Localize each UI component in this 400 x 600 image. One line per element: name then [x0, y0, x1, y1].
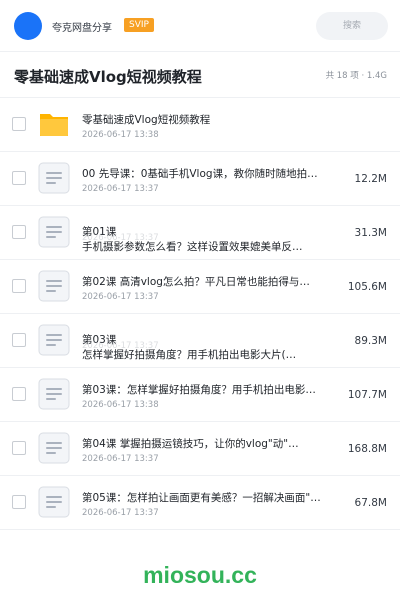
file-size: 31.3M — [354, 227, 387, 239]
select-checkbox[interactable] — [12, 441, 26, 455]
file-name[interactable]: 零基础速成Vlog短视频教程 — [82, 112, 322, 127]
file-size: 105.6M — [347, 281, 387, 293]
select-checkbox[interactable] — [12, 333, 26, 347]
search-input[interactable]: 搜索 — [316, 12, 388, 40]
file-row[interactable]: 第05课：怎样拍让画面更有美感？一招解决画面"不美… 2026-06-17 13:… — [0, 476, 400, 530]
document-icon — [38, 486, 70, 518]
file-size: 107.7M — [347, 389, 387, 401]
file-size: 89.3M — [354, 335, 387, 347]
select-checkbox[interactable] — [12, 117, 26, 131]
file-name[interactable]: 第04课 掌握拍摄运镜技巧，让你的vlog"动"… — [82, 436, 322, 451]
file-name[interactable]: 第02课 高清vlog怎么拍？平凡日常也能拍得与… — [82, 274, 322, 289]
document-icon — [38, 378, 70, 410]
file-row[interactable]: 第01课 手机摄影参数怎么看？这样设置效果媲美单反… 2026-06-17 13:3… — [0, 206, 400, 260]
file-row[interactable]: 第02课 高清vlog怎么拍？平凡日常也能拍得与… 2026-06-17 13:3… — [0, 260, 400, 314]
avatar[interactable] — [14, 12, 42, 40]
select-checkbox[interactable] — [12, 225, 26, 239]
folder-icon — [38, 108, 70, 140]
file-date: 2026-06-17 13:37 — [82, 292, 159, 302]
file-size: 12.2M — [354, 173, 387, 185]
page-title: 零基础速成Vlog短视频教程 — [14, 68, 202, 86]
file-date: 2026-06-17 13:37 — [82, 508, 159, 518]
user-name[interactable]: 夸克网盘分享 — [52, 19, 112, 34]
folder-header: 零基础速成Vlog短视频教程 共 18 项 · 1.4G — [0, 52, 400, 98]
document-icon — [38, 270, 70, 302]
select-checkbox[interactable] — [12, 171, 26, 185]
file-date: 2026-06-17 13:37 — [82, 454, 159, 464]
file-name[interactable]: 第03课：怎样掌握好拍摄角度？用手机拍出电影大片（… — [82, 382, 322, 397]
file-row[interactable]: 第04课 掌握拍摄运镜技巧，让你的vlog"动"… 2026-06-17 13:3… — [0, 422, 400, 476]
document-icon — [38, 432, 70, 464]
top-bar: 夸克网盘分享 SVIP 搜索 — [0, 0, 400, 52]
file-date: 2026-06-17 13:37 — [82, 341, 159, 351]
watermark: miosou.cc — [143, 562, 257, 588]
document-icon — [38, 324, 70, 356]
document-icon — [38, 162, 70, 194]
file-list: 零基础速成Vlog短视频教程 2026-06-17 13:38 00 先导课：0基础… — [0, 98, 400, 530]
select-checkbox[interactable] — [12, 387, 26, 401]
file-size: 168.8M — [347, 443, 387, 455]
select-checkbox[interactable] — [12, 495, 26, 509]
select-checkbox[interactable] — [12, 279, 26, 293]
file-row[interactable]: 00 先导课：0基础手机Vlog课，教你随时随地拍… 2026-06-17 13:… — [0, 152, 400, 206]
file-size: 67.8M — [354, 497, 387, 509]
file-row[interactable]: 第03课：怎样掌握好拍摄角度？用手机拍出电影大片（… 2026-06-17 13:… — [0, 368, 400, 422]
document-icon — [38, 216, 70, 248]
file-row[interactable]: 第03课 怎样掌握好拍摄角度？用手机拍出电影大片(… 2026-06-17 13:3… — [0, 314, 400, 368]
file-name[interactable]: 00 先导课：0基础手机Vlog课，教你随时随地拍… — [82, 166, 322, 181]
file-row[interactable]: 零基础速成Vlog短视频教程 2026-06-17 13:38 — [0, 98, 400, 152]
svip-badge: SVIP — [124, 18, 154, 32]
item-count-size: 共 18 项 · 1.4G — [325, 71, 387, 81]
file-name[interactable]: 第05课：怎样拍让画面更有美感？一招解决画面"不美… — [82, 490, 322, 505]
file-date: 2026-06-17 13:37 — [82, 184, 159, 194]
file-date: 2026-06-17 13:37 — [82, 233, 159, 243]
file-date: 2026-06-17 13:38 — [82, 400, 159, 410]
file-date: 2026-06-17 13:38 — [82, 130, 159, 140]
